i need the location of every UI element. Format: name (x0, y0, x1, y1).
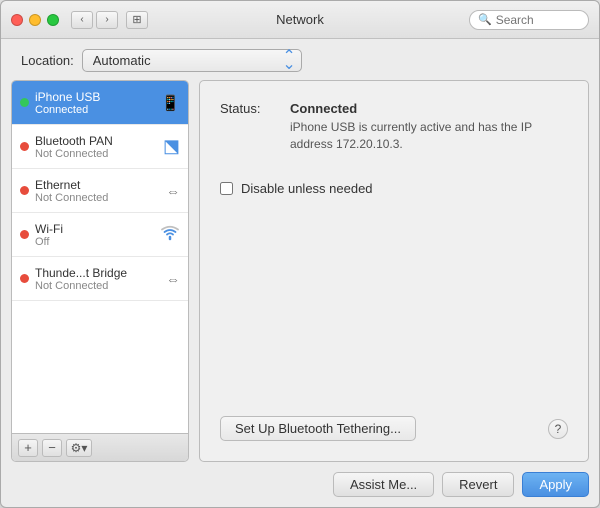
bluetooth-btn-row: Set Up Bluetooth Tethering... ? (220, 396, 568, 441)
detail-inner: Status: Connected iPhone USB is currentl… (220, 101, 568, 441)
checkbox-row: Disable unless needed (220, 181, 568, 196)
item-name: Ethernet (35, 178, 162, 192)
status-row: Status: Connected iPhone USB is currentl… (220, 101, 568, 153)
status-dot-red (20, 274, 29, 283)
sidebar-item-bluetooth-pan[interactable]: Bluetooth PAN Not Connected ⬔ (12, 125, 188, 169)
item-text: Wi-Fi Off (35, 222, 156, 248)
ethernet-icon: ⇔ (166, 183, 180, 199)
item-status: Connected (35, 104, 157, 116)
apply-button[interactable]: Apply (522, 472, 589, 497)
sidebar-item-thunderbolt[interactable]: Thunde...t Bridge Not Connected ⇔ (12, 257, 188, 301)
status-dot-red (20, 186, 29, 195)
disable-label: Disable unless needed (241, 181, 373, 196)
thunderbolt-icon: ⇔ (166, 271, 180, 287)
main-content: iPhone USB Connected 📱 Bluetooth PAN Not… (1, 80, 599, 462)
search-icon: 🔍 (478, 13, 492, 26)
status-dot-red (20, 230, 29, 239)
iphone-icon: 📱 (161, 94, 180, 112)
status-info: Connected iPhone USB is currently active… (290, 101, 568, 153)
item-status: Not Connected (35, 280, 162, 292)
location-select[interactable]: Automatic Edit Locations... (82, 49, 302, 72)
bluetooth-tethering-button[interactable]: Set Up Bluetooth Tethering... (220, 416, 416, 441)
minimize-button[interactable] (29, 14, 41, 26)
grid-button[interactable]: ⊞ (126, 11, 148, 29)
maximize-button[interactable] (47, 14, 59, 26)
detail-content: Status: Connected iPhone USB is currentl… (199, 80, 589, 462)
forward-button[interactable]: › (96, 11, 118, 29)
revert-button[interactable]: Revert (442, 472, 514, 497)
item-name: Bluetooth PAN (35, 134, 159, 148)
status-dot-green (20, 98, 29, 107)
item-name: Wi-Fi (35, 222, 156, 236)
nav-buttons: ‹ › (71, 11, 118, 29)
sidebar-item-iphone-usb[interactable]: iPhone USB Connected 📱 (12, 81, 188, 125)
sidebar-item-ethernet[interactable]: Ethernet Not Connected ⇔ (12, 169, 188, 213)
location-label: Location: (21, 53, 74, 68)
status-value: Connected (290, 101, 568, 116)
add-network-button[interactable]: + (18, 439, 38, 457)
help-button[interactable]: ? (548, 419, 568, 439)
bluetooth-icon: ⬔ (163, 136, 180, 157)
bottom-bar: Assist Me... Revert Apply (1, 462, 599, 507)
status-dot-red (20, 142, 29, 151)
window-title: Network (276, 12, 324, 27)
wifi-icon (160, 225, 180, 244)
sidebar-item-wifi[interactable]: Wi-Fi Off (12, 213, 188, 257)
titlebar: ‹ › ⊞ Network 🔍 (1, 1, 599, 39)
item-text: Bluetooth PAN Not Connected (35, 134, 159, 160)
search-box[interactable]: 🔍 (469, 10, 589, 30)
back-button[interactable]: ‹ (71, 11, 93, 29)
item-status: Not Connected (35, 192, 162, 204)
remove-network-button[interactable]: − (42, 439, 62, 457)
sidebar-list: iPhone USB Connected 📱 Bluetooth PAN Not… (12, 81, 188, 433)
item-status: Off (35, 236, 156, 248)
item-text: Thunde...t Bridge Not Connected (35, 266, 162, 292)
item-name: Thunde...t Bridge (35, 266, 162, 280)
gear-menu-button[interactable]: ⚙▾ (66, 439, 92, 457)
item-status: Not Connected (35, 148, 159, 160)
disable-checkbox[interactable] (220, 182, 233, 195)
search-input[interactable] (496, 13, 581, 27)
close-button[interactable] (11, 14, 23, 26)
status-detail: iPhone USB is currently active and has t… (290, 119, 568, 153)
detail-panel: Status: Connected iPhone USB is currentl… (199, 80, 589, 462)
item-name: iPhone USB (35, 90, 157, 104)
status-label: Status: (220, 101, 290, 116)
location-select-wrap: Automatic Edit Locations... ⌃⌄ (82, 49, 302, 72)
network-window: ‹ › ⊞ Network 🔍 Location: Automatic Edit… (0, 0, 600, 508)
item-text: Ethernet Not Connected (35, 178, 162, 204)
location-bar: Location: Automatic Edit Locations... ⌃⌄ (1, 39, 599, 80)
detail-spacer (220, 196, 568, 396)
sidebar: iPhone USB Connected 📱 Bluetooth PAN Not… (11, 80, 189, 462)
sidebar-toolbar: + − ⚙▾ (12, 433, 188, 461)
traffic-lights (11, 14, 59, 26)
item-text: iPhone USB Connected (35, 90, 157, 116)
assist-me-button[interactable]: Assist Me... (333, 472, 434, 497)
